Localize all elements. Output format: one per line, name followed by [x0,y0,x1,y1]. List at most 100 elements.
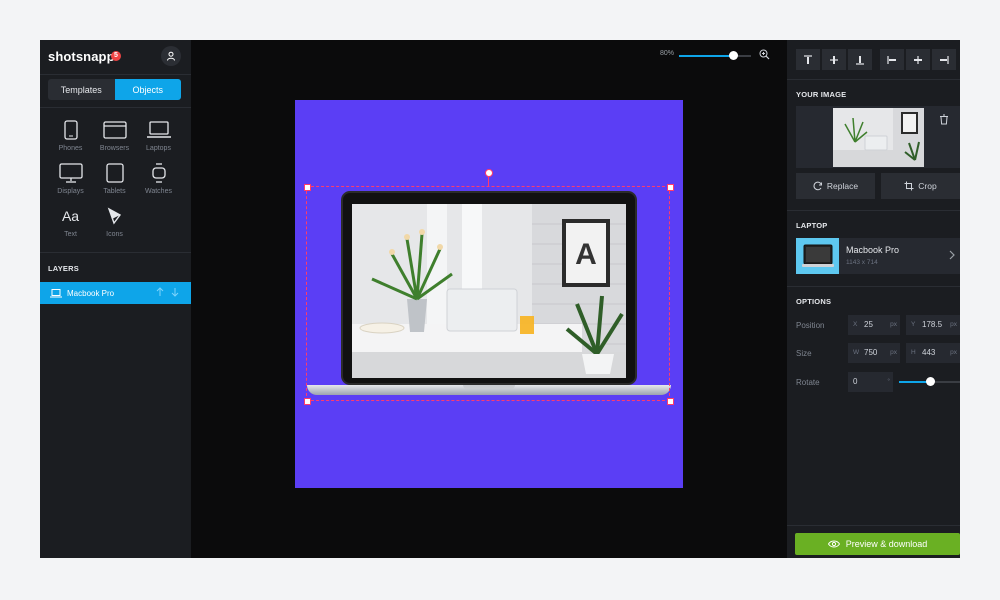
align-center-icon [914,55,922,64]
tablet-icon [105,163,124,183]
layers-heading: LAYERS [48,264,79,273]
align-center-button[interactable] [906,49,930,70]
laptop-icon [146,121,171,138]
align-bottom-icon [856,55,864,65]
resize-handle-tl[interactable] [304,184,311,191]
object-phones[interactable]: Phones [48,118,93,152]
move-up-icon[interactable] [156,287,164,297]
device-thumbnail [796,238,839,274]
crop-icon [904,181,914,191]
object-label: Tablets [103,188,126,195]
position-y-field[interactable]: Y 178.5 px [906,315,960,335]
interior-photo-thumb [833,108,924,167]
user-icon [167,51,175,61]
size-height-field[interactable]: H 443 px [906,343,960,363]
replace-button[interactable]: Replace [796,173,875,199]
align-right-icon [940,55,949,64]
object-displays[interactable]: Displays [48,161,93,195]
object-label: Icons [106,231,123,238]
icons-icon [107,207,121,225]
object-browsers[interactable]: Browsers [92,118,137,152]
uploaded-image-card[interactable] [796,106,960,168]
size-label: Size [796,349,812,358]
align-bottom-button[interactable] [848,49,872,70]
divider [787,286,960,287]
object-label: Text [64,231,77,238]
zoom-in-icon[interactable] [759,49,770,60]
divider [40,252,191,253]
right-panel: YOUR IMAGE Replace Crop LAPTOP Macbook P… [787,40,960,558]
zoom-slider-knob[interactable] [729,51,738,60]
layer-item-macbook-pro[interactable]: Macbook Pro [40,282,191,304]
zoom-slider-fill [679,55,733,57]
preview-download-button[interactable]: Preview & download [795,533,960,555]
tab-templates[interactable]: Templates [48,79,115,100]
display-icon [58,163,83,183]
position-x-field[interactable]: X 25 px [848,315,900,335]
watch-icon [151,163,166,183]
align-left-button[interactable] [880,49,904,70]
resize-handle-tr[interactable] [667,184,674,191]
rotate-label: Rotate [796,378,820,387]
tab-objects[interactable]: Objects [114,79,181,100]
sidebar-tabs: Templates Objects [48,79,181,100]
object-text[interactable]: Aa Text [48,204,93,238]
canvas-workspace: 80% A [191,40,787,558]
object-label: Browsers [99,145,130,152]
align-top-button[interactable] [796,49,820,70]
user-account-button[interactable] [161,46,181,66]
divider [40,107,191,108]
rotate-slider[interactable] [899,377,960,386]
notification-badge[interactable]: 5 [111,51,121,61]
align-middle-icon [830,55,838,64]
divider [40,74,191,75]
x-prefix: X [853,321,858,328]
unit-label: px [890,321,897,328]
uploaded-image-thumbnail [833,108,924,167]
laptop-icon [50,288,62,297]
phone-icon [63,120,78,140]
app-window: shotsnapp 5 Templates Objects Phones Bro… [40,40,960,558]
design-canvas[interactable]: A [295,100,683,488]
rotate-field[interactable]: 0 ° [848,372,893,392]
divider [787,525,960,526]
resize-handle-br[interactable] [667,398,674,405]
object-watches[interactable]: Watches [136,161,181,195]
rotation-handle[interactable] [485,169,493,177]
unit-label: px [950,321,957,328]
object-laptops[interactable]: Laptops [136,118,181,152]
position-label: Position [796,321,825,330]
position-x-value: 25 [864,320,873,329]
divider [787,210,960,211]
device-selector[interactable]: Macbook Pro 1143 x 714 [796,238,960,274]
alignment-toolbar [796,49,958,70]
object-label: Displays [57,188,84,195]
replace-label: Replace [826,181,859,191]
divider [787,79,960,80]
move-down-icon[interactable] [171,287,179,297]
size-width-value: 750 [864,348,878,357]
laptop-icon [801,244,834,267]
align-middle-button[interactable] [822,49,846,70]
zoom-slider[interactable] [679,51,751,60]
position-y-value: 178.5 [922,320,943,329]
size-width-field[interactable]: W 750 px [848,343,900,363]
object-icons[interactable]: Icons [92,204,137,238]
align-left-icon [887,55,896,64]
align-right-button[interactable] [932,49,956,70]
device-name: Macbook Pro [846,245,900,255]
chevron-right-icon [949,250,955,260]
object-tablets[interactable]: Tablets [92,161,137,195]
selection-box[interactable] [306,186,670,401]
device-dimensions: 1143 x 714 [846,259,878,266]
trash-icon[interactable] [939,114,949,125]
size-height-value: 443 [922,348,936,357]
crop-button[interactable]: Crop [881,173,960,199]
brand-logo: shotsnapp [48,49,115,64]
resize-handle-bl[interactable] [304,398,311,405]
rotate-slider-knob[interactable] [925,377,935,386]
your-image-heading: YOUR IMAGE [796,90,847,99]
h-prefix: H [911,349,916,356]
object-label: Phones [58,145,83,152]
w-prefix: W [853,349,860,356]
